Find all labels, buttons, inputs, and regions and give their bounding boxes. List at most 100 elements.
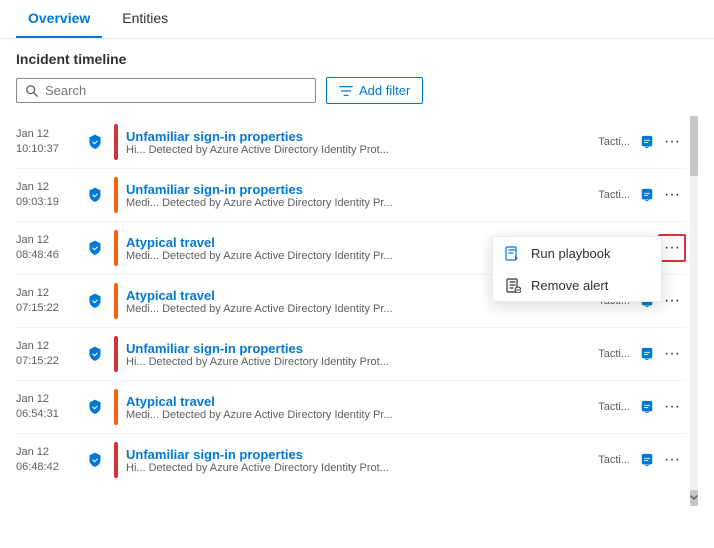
remove-alert-label: Remove alert [531, 278, 608, 293]
alert-icon-wrapper [636, 188, 658, 202]
more-options-button[interactable]: ··· [658, 234, 686, 262]
incident-date: Jan 12 [16, 445, 84, 460]
severity-bar [114, 283, 118, 319]
incident-time: 07:15:22 [16, 354, 84, 369]
incident-info: Atypical travel Medi... Detected by Azur… [126, 394, 592, 421]
scroll-down-icon [690, 494, 698, 502]
incident-meta: Hi... Detected by Azure Active Directory… [126, 462, 592, 474]
incident-date: Jan 12 [16, 233, 84, 248]
incident-datetime: Jan 12 07:15:22 [16, 286, 84, 317]
shield-icon [87, 134, 103, 150]
search-input[interactable] [45, 83, 307, 98]
tab-entities[interactable]: Entities [110, 0, 180, 38]
shield-icon-wrapper [84, 452, 106, 468]
severity-bar [114, 442, 118, 478]
tactic-badge: Tacti... [598, 189, 630, 201]
incident-date: Jan 12 [16, 392, 84, 407]
incident-info: Unfamiliar sign-in properties Hi... Dete… [126, 129, 592, 156]
shield-icon [87, 346, 103, 362]
shield-icon [87, 399, 103, 415]
severity-bar [114, 336, 118, 372]
run-playbook-label: Run playbook [531, 246, 611, 261]
filter-icon [339, 84, 353, 98]
alert-bell-icon [640, 347, 654, 361]
incident-time: 06:54:31 [16, 407, 84, 422]
tab-overview[interactable]: Overview [16, 0, 102, 38]
incident-title: Atypical travel [126, 394, 592, 409]
alert-icon-wrapper [636, 400, 658, 414]
shield-icon [87, 240, 103, 256]
timeline-row: Jan 12 06:54:31 Atypical travel Medi... … [16, 381, 686, 434]
incident-date: Jan 12 [16, 127, 84, 142]
incident-datetime: Jan 12 08:48:46 [16, 233, 84, 264]
incident-date: Jan 12 [16, 180, 84, 195]
tactic-badge: Tacti... [598, 136, 630, 148]
context-menu: Run playbook Remove alert [492, 236, 662, 302]
more-options-button[interactable]: ··· [658, 393, 686, 421]
incident-info: Unfamiliar sign-in properties Hi... Dete… [126, 341, 592, 368]
incident-meta: Medi... Detected by Azure Active Directo… [126, 303, 592, 315]
shield-icon [87, 452, 103, 468]
incident-datetime: Jan 12 09:03:19 [16, 180, 84, 211]
alert-bell-icon [640, 188, 654, 202]
more-options-button[interactable]: ··· [658, 340, 686, 368]
add-filter-label: Add filter [359, 83, 410, 98]
alert-bell-icon [640, 135, 654, 149]
search-input-wrapper[interactable] [16, 78, 316, 103]
incident-time: 10:10:37 [16, 142, 84, 157]
alert-icon-wrapper [636, 135, 658, 149]
search-bar: Add filter [16, 77, 698, 104]
shield-icon-wrapper [84, 187, 106, 203]
timeline-row: Jan 12 10:10:37 Unfamiliar sign-in prope… [16, 116, 686, 169]
incident-title: Unfamiliar sign-in properties [126, 341, 592, 356]
scrollbar-thumb-top[interactable] [690, 116, 698, 176]
more-options-button[interactable]: ··· [658, 128, 686, 156]
incident-title: Unfamiliar sign-in properties [126, 182, 592, 197]
alert-icon-wrapper [636, 453, 658, 467]
shield-icon-wrapper [84, 293, 106, 309]
more-options-button[interactable]: ··· [658, 181, 686, 209]
alert-bell-icon [640, 400, 654, 414]
incident-time: 09:03:19 [16, 195, 84, 210]
severity-bar [114, 177, 118, 213]
playbook-icon [505, 245, 521, 261]
incident-datetime: Jan 12 06:48:42 [16, 445, 84, 476]
severity-bar [114, 389, 118, 425]
add-filter-button[interactable]: Add filter [326, 77, 423, 104]
remove-alert-menu-item[interactable]: Remove alert [493, 269, 661, 301]
timeline-container: Jan 12 10:10:37 Unfamiliar sign-in prope… [16, 116, 698, 506]
incident-datetime: Jan 12 10:10:37 [16, 127, 84, 158]
incident-time: 08:48:46 [16, 248, 84, 263]
incident-info: Unfamiliar sign-in properties Medi... De… [126, 182, 592, 209]
incident-date: Jan 12 [16, 339, 84, 354]
alert-bell-icon [640, 453, 654, 467]
more-options-button[interactable]: ··· [658, 446, 686, 474]
more-options-button[interactable]: ··· [658, 287, 686, 315]
timeline-row: Jan 12 09:03:19 Unfamiliar sign-in prope… [16, 169, 686, 222]
incident-title: Unfamiliar sign-in properties [126, 447, 592, 462]
incident-meta: Hi... Detected by Azure Active Directory… [126, 144, 592, 156]
search-icon [25, 84, 39, 98]
tactic-badge: Tacti... [598, 454, 630, 466]
shield-icon [87, 293, 103, 309]
incident-datetime: Jan 12 06:54:31 [16, 392, 84, 423]
content-area: Incident timeline Add filter Jan 12 10:1… [0, 39, 714, 518]
shield-icon [87, 187, 103, 203]
scrollbar-track[interactable] [690, 116, 698, 506]
scrollbar-thumb-bottom[interactable] [690, 490, 698, 506]
incident-info: Unfamiliar sign-in properties Hi... Dete… [126, 447, 592, 474]
tactic-badge: Tacti... [598, 401, 630, 413]
incident-time: 06:48:42 [16, 460, 84, 475]
tactic-badge: Tacti... [598, 348, 630, 360]
remove-icon [505, 277, 521, 293]
incident-meta: Medi... Detected by Azure Active Directo… [126, 409, 592, 421]
shield-icon-wrapper [84, 399, 106, 415]
shield-icon-wrapper [84, 240, 106, 256]
tabs-bar: Overview Entities [0, 0, 714, 39]
severity-bar [114, 124, 118, 160]
run-playbook-menu-item[interactable]: Run playbook [493, 237, 661, 269]
incident-title: Unfamiliar sign-in properties [126, 129, 592, 144]
timeline-row: Jan 12 06:48:42 Unfamiliar sign-in prope… [16, 434, 686, 486]
incident-datetime: Jan 12 07:15:22 [16, 339, 84, 370]
incident-date: Jan 12 [16, 286, 84, 301]
